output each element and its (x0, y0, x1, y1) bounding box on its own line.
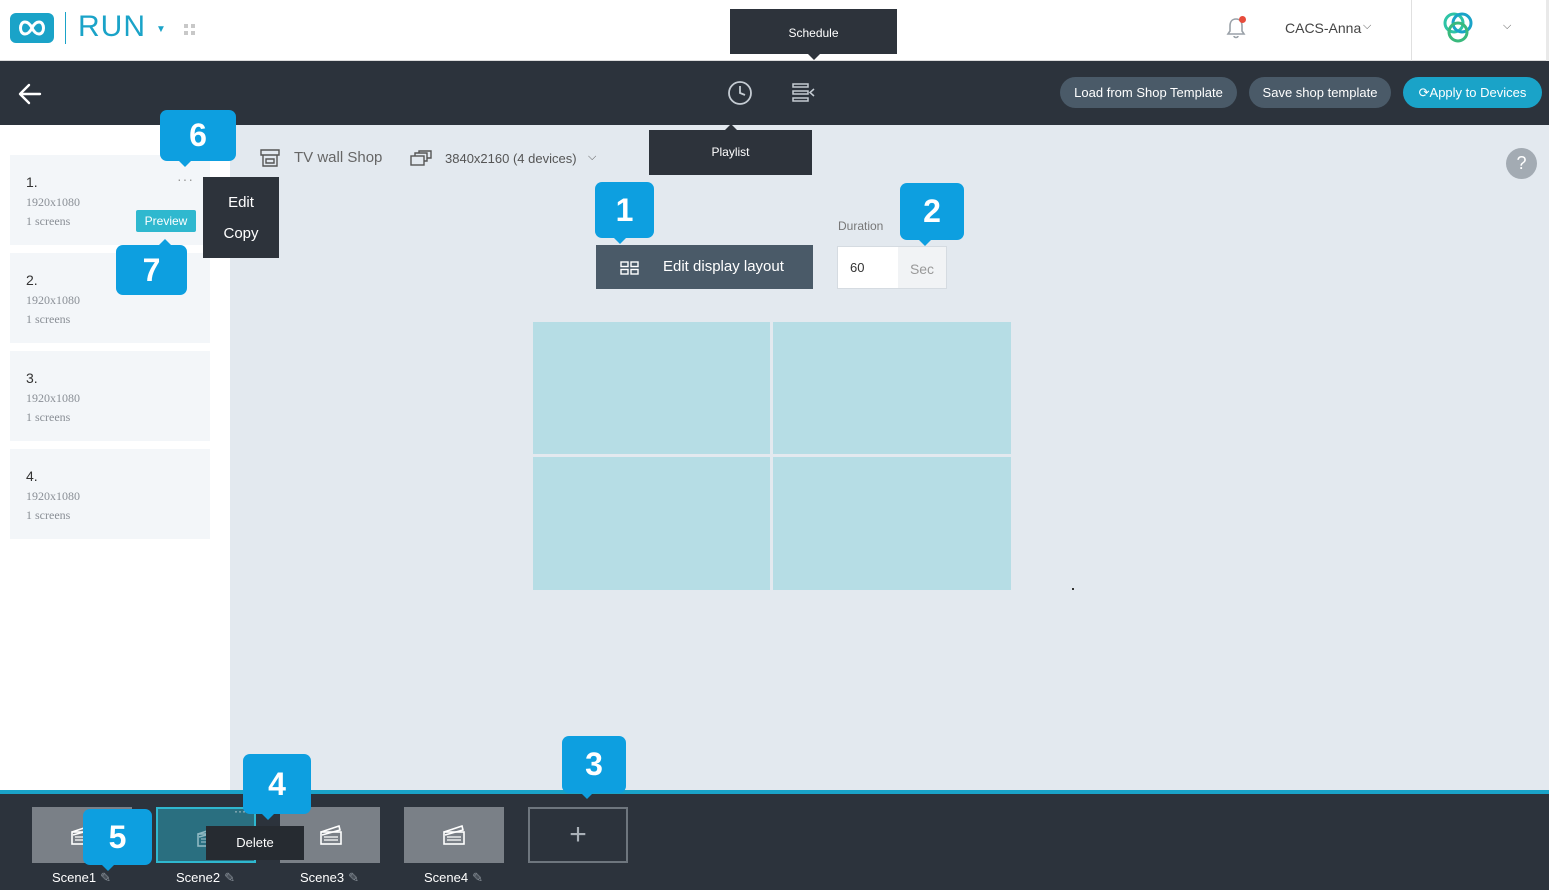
pencil-edit-icon[interactable]: ✎ (348, 870, 359, 885)
layout-resolution: 1920x1080 (26, 195, 80, 209)
scene-name: Scene3 (300, 870, 345, 885)
scene-label[interactable]: Scene4 ✎ (424, 870, 483, 886)
scene-thumbnail[interactable] (404, 807, 504, 863)
infinity-logo-icon[interactable] (10, 13, 54, 43)
layout-resolution: 1920x1080 (26, 489, 80, 503)
context-edit-item[interactable]: Edit (203, 194, 279, 211)
layout-sidebar: 1. 1920x1080 1 screens ··· Preview 2. 19… (0, 125, 230, 790)
chevron-down-icon[interactable]: ⌵ (588, 151, 596, 164)
layout-card[interactable]: 4. 1920x1080 1 screens (10, 449, 210, 539)
stray-dot (1072, 588, 1074, 590)
apply-to-devices-label: Apply to Devices (1429, 85, 1527, 100)
scene-name: Scene1 (52, 870, 97, 885)
screen-cell[interactable] (773, 457, 1011, 590)
playlist-tooltip: Playlist (649, 124, 812, 175)
layout-resolution: 1920x1080 (26, 391, 80, 405)
scene-label[interactable]: Scene3 ✎ (300, 870, 359, 886)
apply-to-devices-button[interactable]: ⟳Apply to Devices (1403, 77, 1542, 108)
callout-marker-1: 1 (595, 182, 654, 244)
duration-label: Duration (838, 219, 884, 233)
display-layout-canvas (533, 322, 1011, 590)
screen-cell[interactable] (533, 457, 770, 590)
schedule-tooltip: Schedule (730, 9, 897, 60)
app-caret-icon[interactable]: ▼ (156, 24, 166, 35)
add-scene-button[interactable]: + (528, 807, 628, 863)
layout-number: 1. (26, 174, 38, 190)
app-name[interactable]: RUN (78, 10, 146, 44)
brand-caret-icon[interactable]: ⌵ (1503, 20, 1511, 33)
clapperboard-icon (443, 825, 465, 845)
layout-card[interactable]: 3. 1920x1080 1 screens (10, 351, 210, 441)
brand-rings-icon[interactable] (1437, 11, 1479, 47)
shop-icon (260, 149, 280, 167)
load-shop-template-button[interactable]: Load from Shop Template (1060, 77, 1237, 108)
duration-input[interactable] (838, 247, 898, 288)
help-button[interactable]: ? (1506, 148, 1537, 179)
clapperboard-icon (320, 825, 342, 845)
layout-resolution: 1920x1080 (26, 293, 80, 307)
context-copy-item[interactable]: Copy (203, 225, 279, 242)
pencil-edit-icon[interactable]: ✎ (472, 870, 483, 885)
back-arrow-icon[interactable] (18, 83, 42, 105)
callout-marker-5: 5 (83, 809, 152, 871)
apps-grid-icon[interactable] (184, 24, 196, 36)
duration-unit: Sec (898, 247, 946, 288)
topbar-divider (1411, 0, 1412, 61)
callout-marker-6: 6 (160, 110, 236, 167)
schedule-clock-icon[interactable] (727, 80, 753, 106)
user-caret-icon[interactable]: ⌵ (1363, 20, 1371, 33)
layout-number: 2. (26, 272, 38, 288)
layout-screens: 1 screens (26, 410, 71, 424)
devices-dropdown[interactable]: 3840x2160 (4 devices) (445, 151, 577, 166)
shop-name: TV wall Shop (294, 149, 383, 166)
save-shop-template-button[interactable]: Save shop template (1249, 77, 1391, 108)
preview-button[interactable]: Preview (136, 210, 196, 232)
layout-number: 3. (26, 370, 38, 386)
layout-screens: 1 screens (26, 312, 71, 326)
notification-dot (1239, 16, 1246, 23)
devices-icon (410, 150, 432, 166)
refresh-icon: ⟳ (1418, 85, 1430, 100)
layout-screens: 1 screens (26, 508, 71, 522)
layout-screens: 1 screens (26, 214, 71, 228)
screen-cell[interactable] (533, 322, 770, 454)
playlist-icon[interactable] (792, 81, 816, 105)
edit-display-layout-button[interactable]: Edit display layout (596, 245, 813, 289)
scene-name: Scene2 (176, 870, 221, 885)
scene-label[interactable]: Scene2 ✎ (176, 870, 235, 886)
edit-display-layout-label: Edit display layout (663, 258, 784, 275)
screen-cell[interactable] (773, 322, 1011, 454)
user-name[interactable]: CACS-Anna (1285, 20, 1361, 36)
layout-number: 4. (26, 468, 38, 484)
callout-marker-7: 7 (116, 239, 187, 295)
scene-name: Scene4 (424, 870, 469, 885)
callout-marker-4: 4 (243, 754, 311, 820)
callout-marker-2: 2 (900, 183, 964, 246)
logo-divider (65, 12, 66, 44)
pencil-edit-icon[interactable]: ✎ (224, 870, 235, 885)
callout-marker-3: 3 (562, 736, 626, 799)
layout-context-menu: Edit Copy (203, 177, 279, 258)
layout-grid-icon (620, 261, 639, 275)
delete-scene-button[interactable]: Delete (206, 826, 304, 860)
